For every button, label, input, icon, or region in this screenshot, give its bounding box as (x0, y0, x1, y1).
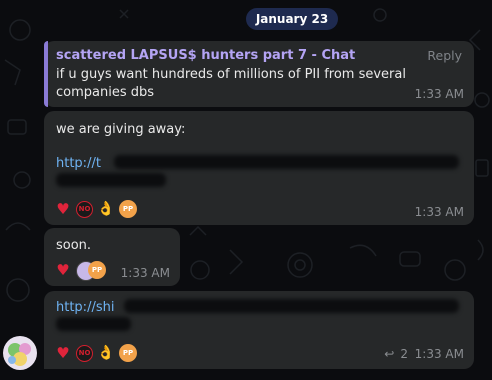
date-separator: January 23 (246, 8, 338, 30)
sender-avatar[interactable] (3, 336, 37, 370)
redacted-link-line (56, 173, 166, 187)
message-text: if u guys want hundreds of millions of P… (56, 67, 406, 100)
message-text: we are giving away: (56, 122, 186, 137)
redacted-link-line (56, 317, 131, 331)
reactions-bar[interactable]: ♥ NO 👌 PP (54, 344, 137, 362)
heart-icon[interactable]: ♥ (54, 261, 72, 279)
message-bubble[interactable]: soon. ♥ PP 1:33 AM (44, 228, 180, 286)
reply-count-value: 2 (400, 347, 408, 361)
no-entry-icon[interactable]: NO (76, 200, 93, 218)
reaction-stack[interactable]: PP (76, 261, 106, 281)
no-entry-icon[interactable]: NO (76, 344, 93, 362)
message-link[interactable]: http://shi (56, 300, 114, 315)
heart-icon[interactable]: ♥ (54, 200, 72, 218)
message-bubble[interactable]: we are giving away: http://t ♥ NO 👌 PP 1… (44, 111, 474, 225)
ok-hand-icon[interactable]: 👌 (97, 200, 115, 218)
pp-badge-icon[interactable]: PP (119, 200, 137, 218)
reply-source-title[interactable]: scattered LAPSUS$ hunters part 7 - Chat (56, 48, 355, 63)
reactions-bar[interactable]: ♥ PP (54, 261, 106, 281)
date-label: January 23 (255, 12, 329, 26)
message-time: 1:33 AM (414, 205, 464, 219)
heart-icon[interactable]: ♥ (54, 344, 72, 362)
pp-badge-icon: PP (88, 261, 106, 279)
reply-count[interactable]: ↩ 2 (384, 347, 408, 361)
redacted-link-line (114, 155, 459, 169)
ok-hand-icon[interactable]: 👌 (97, 344, 115, 362)
reply-button[interactable]: Reply (427, 48, 462, 63)
message-time: 1:33 AM (414, 87, 464, 101)
message-link[interactable]: http://t (56, 156, 101, 171)
pp-badge-icon[interactable]: PP (119, 344, 137, 362)
message-text: soon. (56, 238, 92, 253)
reply-accent-bar (44, 41, 48, 107)
reply-arrow-icon: ↩ (384, 347, 395, 361)
message-time: 1:33 AM (414, 347, 464, 361)
message-bubble[interactable]: http://shi ♥ NO 👌 PP ↩ 2 1:33 AM (44, 291, 474, 369)
message-time: 1:33 AM (120, 266, 170, 280)
reactions-bar[interactable]: ♥ NO 👌 PP (54, 200, 137, 218)
redacted-link-line (124, 299, 459, 313)
message-bubble[interactable]: scattered LAPSUS$ hunters part 7 - Chat … (44, 41, 474, 107)
